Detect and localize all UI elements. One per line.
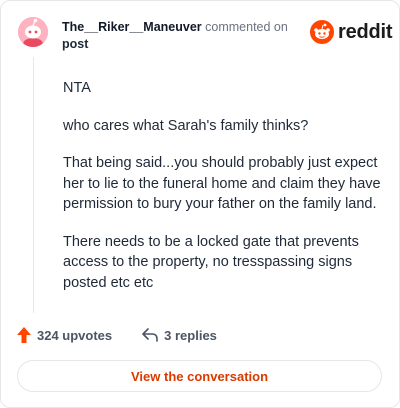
- upvote-arrow-icon: [17, 327, 31, 343]
- comment-body: NTA who cares what Sarah's family thinks…: [63, 78, 383, 310]
- comment-paragraph: who cares what Sarah's family thinks?: [63, 117, 309, 134]
- thread-line: [33, 57, 34, 313]
- reddit-wordmark: reddit: [338, 20, 393, 43]
- reddit-logo[interactable]: reddit: [310, 20, 393, 44]
- username-link[interactable]: The__Riker__Maneuver: [62, 20, 202, 34]
- comment-paragraph: NTA: [63, 80, 91, 96]
- view-conversation-button[interactable]: View the conversation: [17, 360, 382, 392]
- replies-button[interactable]: 3 replies: [142, 328, 217, 343]
- comment-paragraph: There needs to be a locked gate that pre…: [63, 233, 359, 291]
- comment-paragraph: That being said...you should probably ju…: [63, 155, 381, 212]
- post-link[interactable]: post: [62, 36, 88, 53]
- upvote-button[interactable]: 324 upvotes: [17, 327, 112, 343]
- comment-header: The__Riker__Maneuver commented on post: [62, 19, 302, 53]
- reply-arrow-icon: [142, 328, 158, 342]
- snoo-avatar-icon[interactable]: [18, 17, 48, 47]
- reddit-snoo-icon: [310, 20, 334, 44]
- comment-actions: 324 upvotes 3 replies: [17, 327, 217, 343]
- replies-count: 3 replies: [164, 327, 217, 343]
- action-text: commented on: [205, 20, 288, 34]
- comment-card: The__Riker__Maneuver commented on post r…: [0, 0, 400, 408]
- upvote-count: 324 upvotes: [37, 327, 113, 343]
